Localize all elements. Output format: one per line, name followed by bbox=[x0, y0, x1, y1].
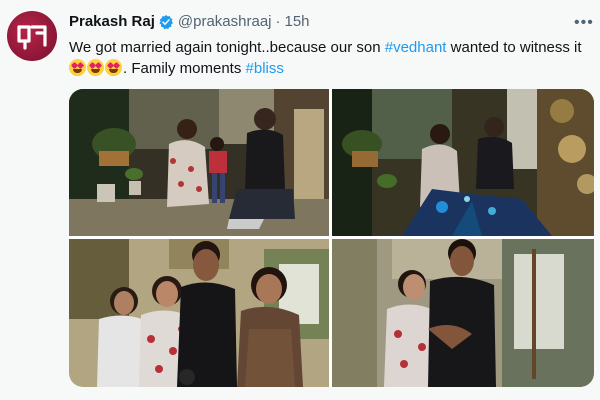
photo-couple-embrace[interactable] bbox=[332, 239, 594, 387]
tweet-card[interactable]: Prakash Raj @prakashraaj · 15h ••• We go… bbox=[0, 0, 600, 400]
tweet-header: Prakash Raj @prakashraaj · 15h bbox=[69, 13, 310, 30]
tweet-text-segment: We got married again tonight..because ou… bbox=[69, 39, 385, 56]
photo-image bbox=[332, 239, 594, 387]
photo-image bbox=[69, 89, 329, 236]
tweet-text-segment: . Family moments bbox=[123, 60, 246, 77]
heart-eyes-emoji-icon bbox=[87, 59, 104, 76]
media-grid bbox=[69, 89, 594, 387]
author-name[interactable]: Prakash Raj bbox=[69, 13, 155, 30]
tweet-timestamp[interactable]: 15h bbox=[285, 13, 310, 30]
hashtag-link[interactable]: #vedhant bbox=[385, 39, 447, 56]
hashtag-link[interactable]: #bliss bbox=[246, 60, 284, 77]
heart-eyes-emoji-icon bbox=[105, 59, 122, 76]
author-handle[interactable]: @prakashraaj bbox=[178, 13, 272, 30]
photo-couple-lights[interactable] bbox=[332, 89, 594, 236]
photo-image bbox=[69, 239, 329, 387]
avatar[interactable] bbox=[7, 11, 57, 61]
separator-dot: · bbox=[275, 13, 281, 30]
logo-icon bbox=[17, 25, 47, 50]
heart-eyes-emoji-icon bbox=[69, 59, 86, 76]
photo-image bbox=[332, 89, 594, 236]
verified-badge-icon bbox=[159, 15, 173, 30]
tweet-text-segment: wanted to witness it bbox=[446, 39, 582, 56]
tweet-text: We got married again tonight..because ou… bbox=[69, 37, 594, 79]
more-options-icon[interactable]: ••• bbox=[574, 14, 594, 32]
photo-couple-seated[interactable] bbox=[69, 89, 329, 236]
photo-family-selfie[interactable] bbox=[69, 239, 329, 387]
